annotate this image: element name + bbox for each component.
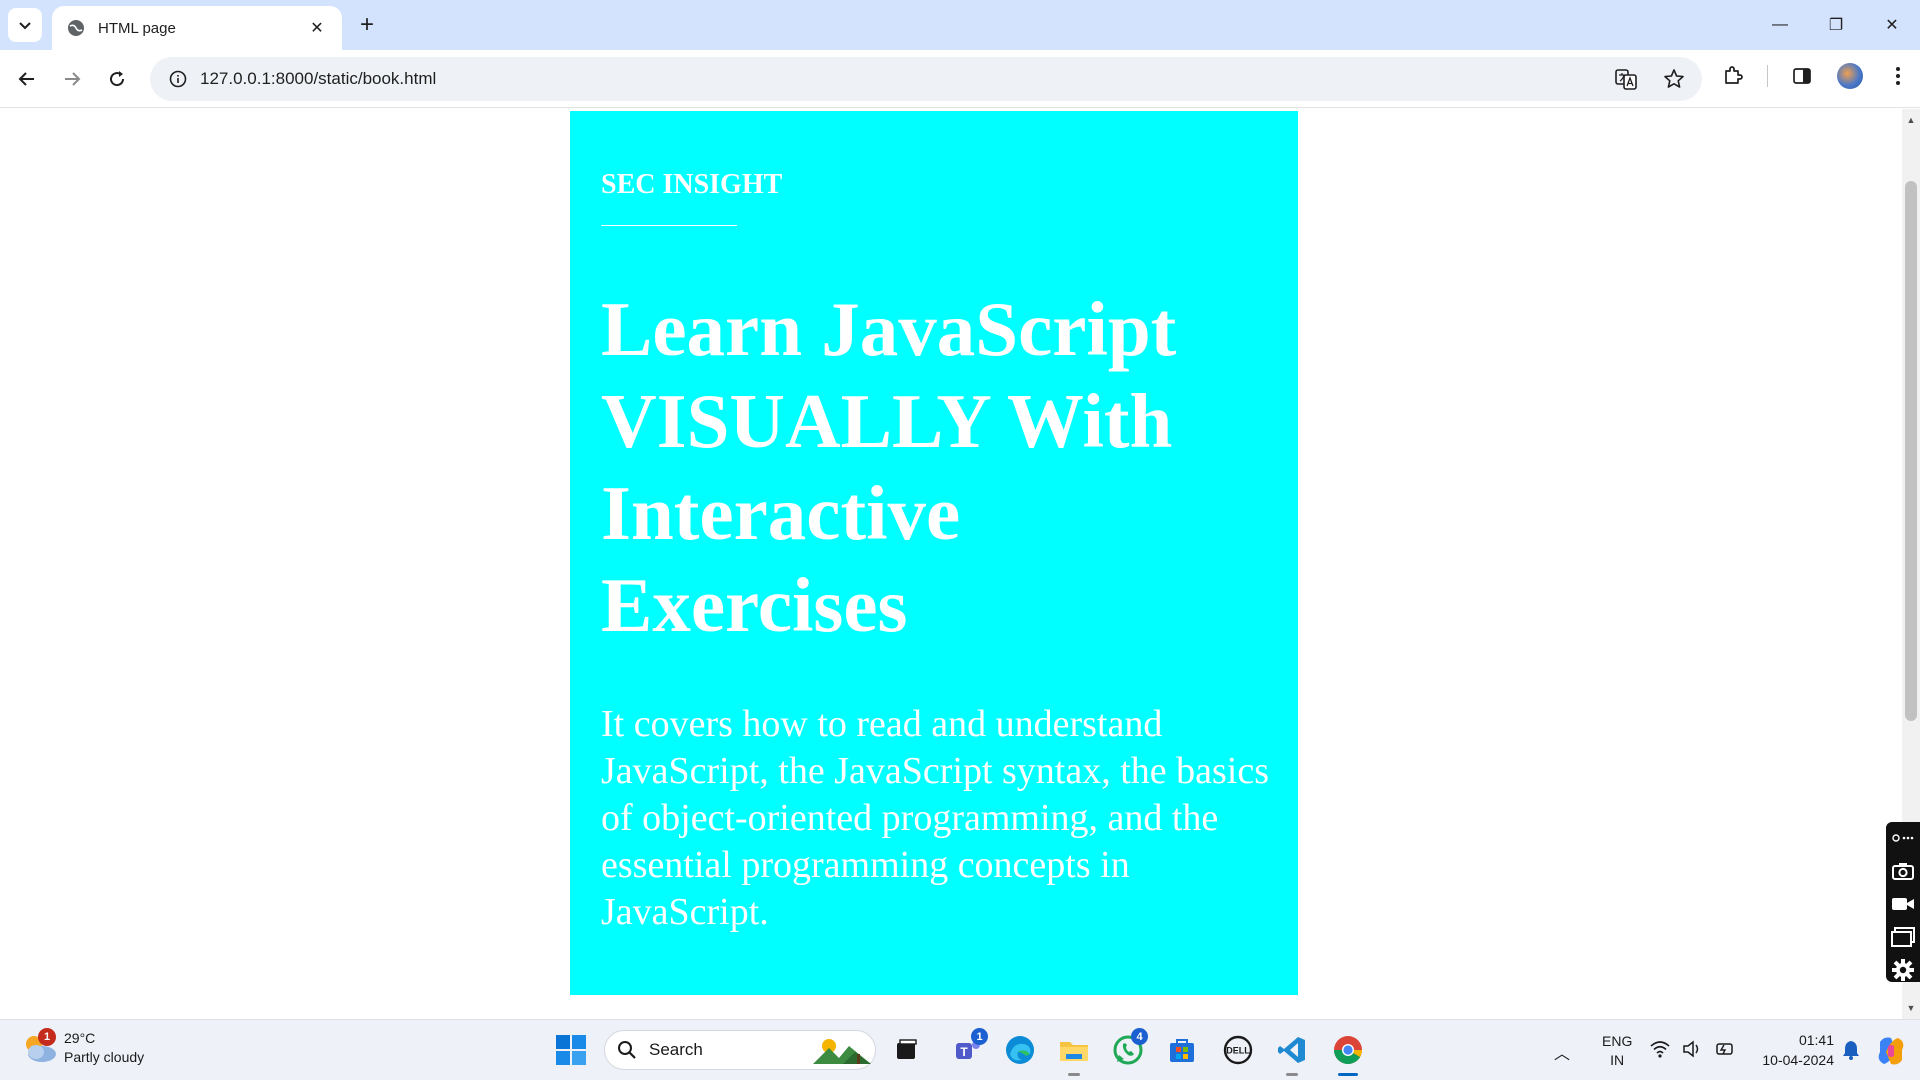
windows-taskbar: 1 29°C Partly cloudy Search T 1 4 DELL ︿… bbox=[0, 1019, 1920, 1080]
window-capture-icon[interactable] bbox=[1890, 925, 1916, 948]
site-info-icon[interactable] bbox=[156, 70, 200, 88]
globe-icon bbox=[66, 18, 86, 38]
whatsapp-app-button[interactable]: 4 bbox=[1108, 1028, 1148, 1070]
teams-badge: 1 bbox=[971, 1028, 988, 1045]
weather-condition: Partly cloudy bbox=[64, 1049, 145, 1065]
more-menu-icon[interactable] bbox=[1884, 62, 1912, 90]
edge-browser-icon bbox=[1006, 1036, 1034, 1064]
edge-app-button[interactable] bbox=[1000, 1030, 1040, 1070]
brand-name: SEC INSIGHT bbox=[601, 169, 783, 200]
back-button[interactable] bbox=[10, 62, 44, 96]
chrome-app-button[interactable] bbox=[1328, 1030, 1368, 1076]
capture-toolbar bbox=[1886, 822, 1920, 982]
browser-toolbar: 127.0.0.1:8000/static/book.html bbox=[0, 50, 1920, 108]
scroll-up-arrow-icon[interactable]: ▲ bbox=[1902, 111, 1920, 129]
svg-text:DELL: DELL bbox=[1226, 1046, 1250, 1056]
arrow-left-icon bbox=[18, 72, 34, 86]
capture-more-icon[interactable] bbox=[1890, 826, 1916, 849]
forward-button[interactable] bbox=[55, 62, 89, 96]
folder-icon bbox=[1060, 1042, 1088, 1061]
dell-logo-icon: DELL bbox=[1223, 1035, 1253, 1065]
url-text[interactable]: 127.0.0.1:8000/static/book.html bbox=[200, 69, 436, 89]
chevron-down-icon bbox=[19, 22, 31, 30]
copilot-icon[interactable] bbox=[1874, 1034, 1908, 1068]
restore-button[interactable]: ❐ bbox=[1808, 0, 1864, 50]
scrollbar-thumb[interactable] bbox=[1905, 181, 1917, 721]
dell-app-button[interactable]: DELL bbox=[1218, 1030, 1258, 1070]
brand-divider bbox=[601, 225, 737, 226]
whatsapp-badge: 4 bbox=[1131, 1028, 1148, 1045]
arrow-right-icon bbox=[65, 72, 81, 86]
store-app-button[interactable] bbox=[1162, 1030, 1202, 1070]
windows-logo-icon bbox=[556, 1035, 586, 1065]
partly-cloudy-icon: 1 bbox=[20, 1028, 60, 1068]
task-view-button[interactable] bbox=[886, 1030, 926, 1070]
quick-settings[interactable] bbox=[1650, 1040, 1736, 1058]
vscode-app-button[interactable] bbox=[1272, 1030, 1312, 1076]
active-app-indicator bbox=[1338, 1073, 1358, 1076]
new-tab-button[interactable]: + bbox=[352, 10, 382, 40]
tab-title: HTML page bbox=[98, 19, 176, 37]
tab-search-button[interactable] bbox=[8, 8, 42, 42]
teams-app-button[interactable]: T 1 bbox=[948, 1028, 988, 1070]
running-indicator bbox=[1068, 1073, 1080, 1076]
close-window-button[interactable]: ✕ bbox=[1864, 0, 1920, 50]
svg-text:T: T bbox=[960, 1045, 968, 1059]
system-clock[interactable]: 01:41 10-04-2024 bbox=[1734, 1030, 1834, 1070]
book-description: It covers how to read and understand Jav… bbox=[601, 703, 1270, 933]
running-indicator bbox=[1286, 1073, 1298, 1076]
notification-bell-icon[interactable] bbox=[1842, 1040, 1860, 1065]
bookmark-star-icon[interactable] bbox=[1660, 65, 1688, 93]
translate-icon[interactable] bbox=[1612, 65, 1640, 93]
wifi-icon bbox=[1650, 1041, 1670, 1058]
weather-badge: 1 bbox=[38, 1028, 56, 1046]
toolbar-divider bbox=[1767, 65, 1768, 87]
profile-avatar[interactable] bbox=[1836, 62, 1864, 90]
weather-widget[interactable]: 1 29°C Partly cloudy bbox=[20, 1028, 144, 1068]
window-controls: — ❐ ✕ bbox=[1752, 0, 1920, 50]
search-label: Search bbox=[649, 1040, 703, 1059]
taskbar-search-box[interactable]: Search bbox=[604, 1030, 876, 1070]
video-camera-icon[interactable] bbox=[1890, 892, 1916, 915]
clock-time: 01:41 bbox=[1798, 1032, 1834, 1048]
side-panel-icon[interactable] bbox=[1788, 62, 1816, 90]
address-bar[interactable]: 127.0.0.1:8000/static/book.html bbox=[150, 57, 1702, 101]
language-code: ENG bbox=[1602, 1033, 1633, 1049]
tab-close-button[interactable]: ✕ bbox=[306, 17, 328, 39]
scroll-down-arrow-icon[interactable]: ▼ bbox=[1902, 999, 1920, 1017]
search-icon bbox=[618, 1041, 636, 1059]
vscode-icon bbox=[1278, 1037, 1305, 1063]
browser-tab-strip: HTML page ✕ + — ❐ ✕ bbox=[0, 0, 1920, 50]
start-button[interactable] bbox=[554, 1033, 588, 1067]
book-headline: Learn JavaScript VISUALLY With Interacti… bbox=[601, 286, 1177, 648]
page-viewport: SEC INSIGHT Learn JavaScript VISUALLY Wi… bbox=[0, 109, 1902, 1019]
language-region: IN bbox=[1610, 1052, 1625, 1068]
language-indicator[interactable]: ENG IN bbox=[1602, 1032, 1632, 1070]
volume-icon bbox=[1683, 1040, 1699, 1058]
extensions-icon[interactable] bbox=[1719, 62, 1747, 90]
settings-gear-icon[interactable] bbox=[1890, 958, 1916, 982]
search-highlight-icon bbox=[813, 1039, 871, 1064]
battery-charging-icon bbox=[1716, 1043, 1733, 1055]
book-cover-card: SEC INSIGHT Learn JavaScript VISUALLY Wi… bbox=[570, 111, 1298, 995]
minimize-button[interactable]: — bbox=[1752, 0, 1808, 50]
reload-icon bbox=[110, 71, 125, 87]
camera-icon[interactable] bbox=[1890, 859, 1916, 882]
show-hidden-icons-chevron-icon[interactable]: ︿ bbox=[1554, 1040, 1570, 1064]
weather-temperature: 29°C bbox=[64, 1030, 96, 1046]
task-view-icon bbox=[897, 1039, 917, 1059]
chrome-icon bbox=[1334, 1036, 1362, 1064]
reload-button[interactable] bbox=[100, 62, 134, 96]
file-explorer-app-button[interactable] bbox=[1054, 1030, 1094, 1076]
store-icon bbox=[1170, 1039, 1194, 1062]
clock-date: 10-04-2024 bbox=[1762, 1052, 1834, 1068]
browser-tab-active[interactable]: HTML page ✕ bbox=[52, 6, 342, 50]
